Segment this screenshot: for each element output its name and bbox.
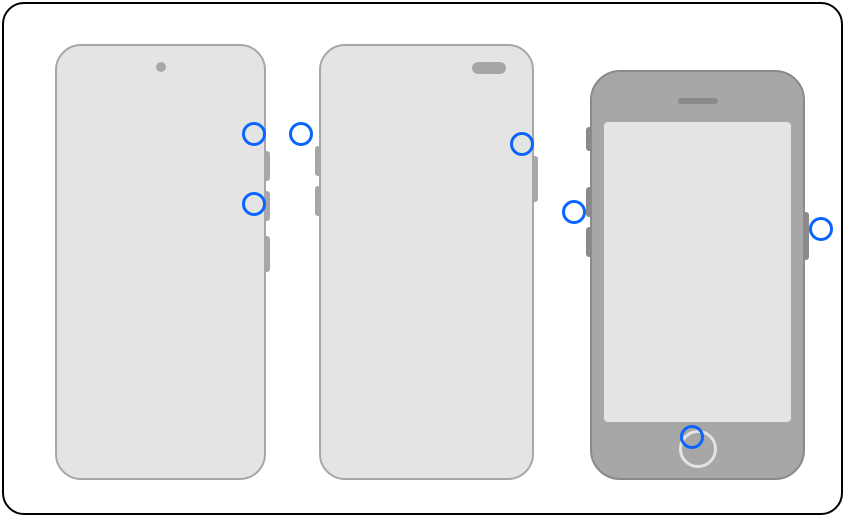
callout-marker-right-power [809,217,833,241]
phone-c-power-button [803,212,809,260]
callout-marker-right-volume-up [242,122,266,146]
callout-marker-left-volume-up [289,122,313,146]
callout-marker-left-volume-up [562,200,586,224]
phone-c-screen [604,122,791,422]
phone-c [590,70,805,480]
earpiece-icon [678,98,718,104]
callout-marker-right-power [242,192,266,216]
phone-c-mute-switch [586,127,592,151]
diagram-frame [2,2,843,515]
phone-a-power-button [264,236,270,272]
callout-marker-home [680,425,704,449]
phone-b-volume-down-button [315,186,321,216]
phone-b-volume-up-button [315,146,321,176]
phone-b [319,44,534,480]
front-camera-pill-icon [472,62,506,74]
callout-marker-right-power [510,132,534,156]
phone-c-volume-up-button [586,187,592,217]
front-camera-icon [156,62,166,72]
phone-b-power-button [532,156,538,202]
phone-a-volume-up-button [264,151,270,181]
phone-a [55,44,266,480]
phone-c-volume-down-button [586,227,592,257]
